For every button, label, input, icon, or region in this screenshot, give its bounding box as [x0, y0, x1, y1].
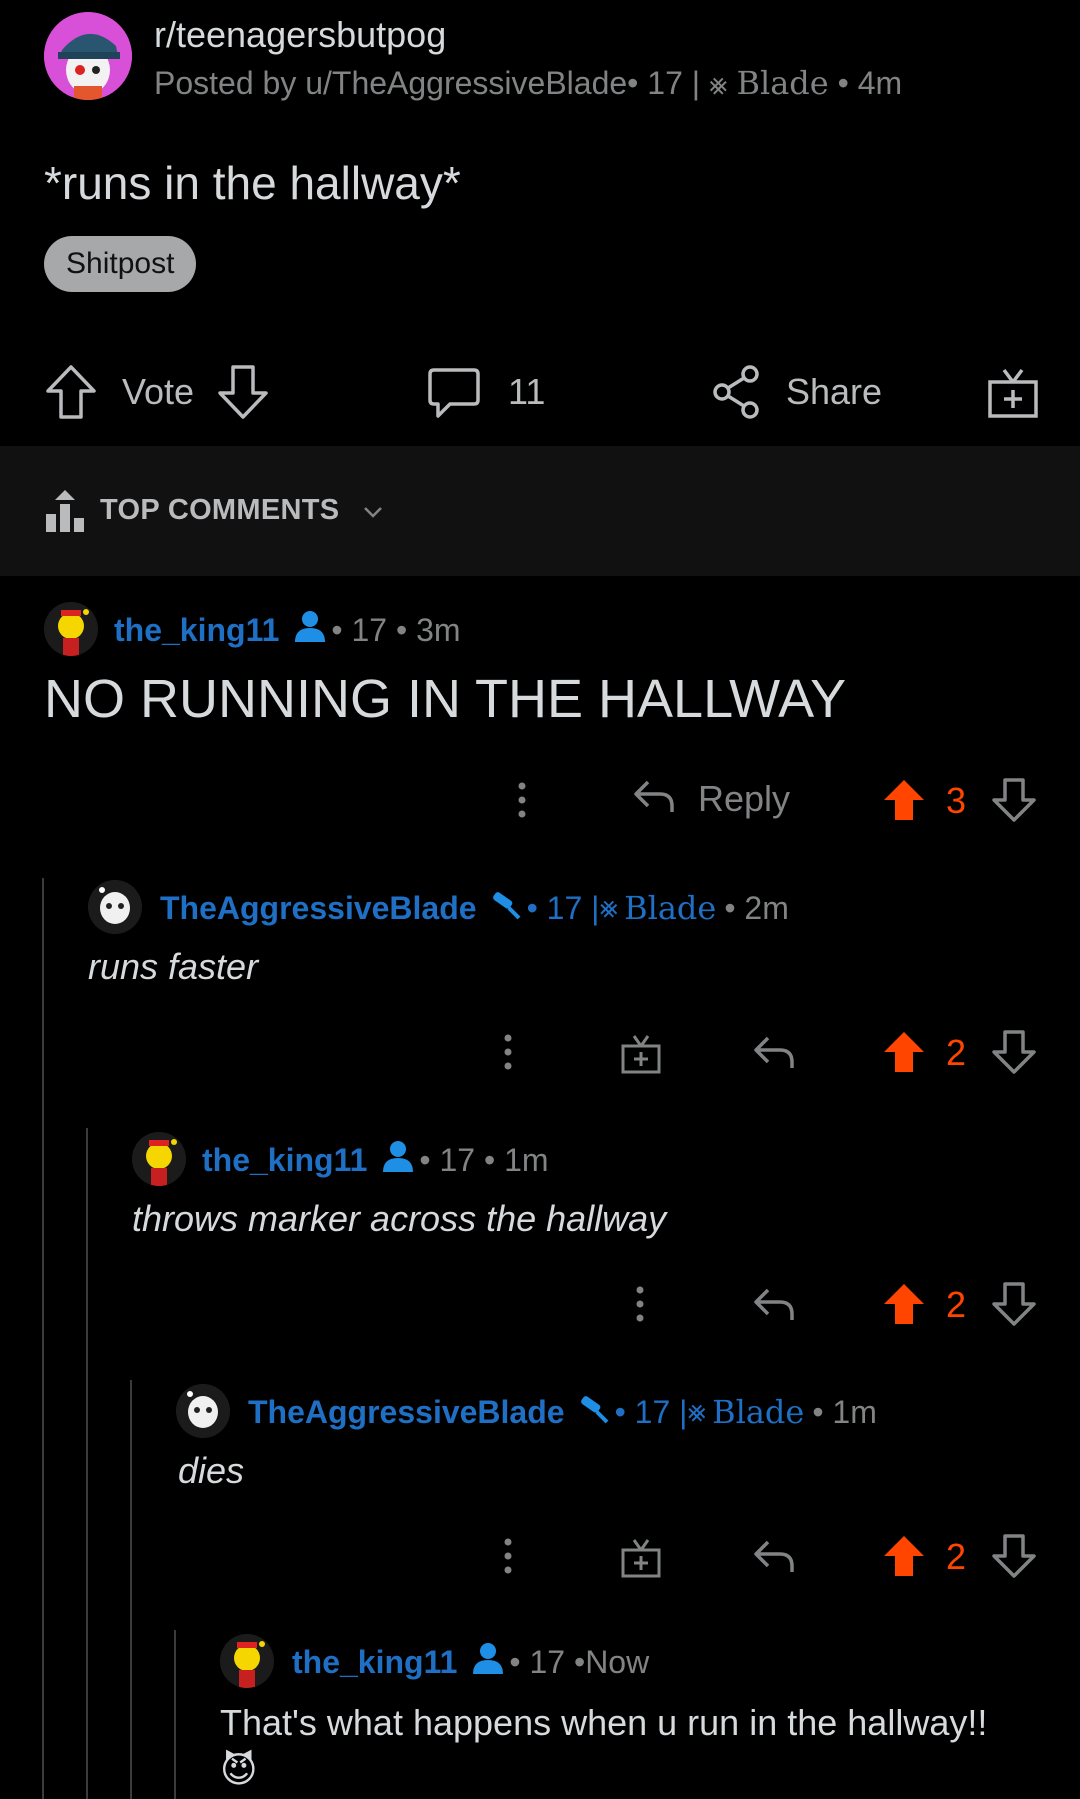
comment-icon — [426, 364, 482, 420]
author-flair-name: Blade — [736, 64, 829, 102]
reply-icon[interactable] — [752, 1032, 796, 1077]
vote-count: 2 — [946, 1284, 967, 1325]
share-button[interactable]: Share — [710, 360, 882, 424]
more-icon[interactable] — [626, 1284, 654, 1329]
downvote-icon[interactable] — [216, 363, 270, 421]
chevron-down-icon — [362, 494, 384, 527]
comment-body: dies — [178, 1450, 245, 1491]
comment-username[interactable]: the_king11 — [292, 1644, 457, 1681]
comment-meta: the_king11 • 17 • 1m — [202, 1140, 549, 1180]
comment-body: NO RUNNING IN THE HALLWAY — [44, 669, 847, 729]
downvote-icon[interactable] — [992, 1534, 1036, 1583]
downvote-icon[interactable] — [992, 778, 1036, 827]
post-age: • 4m — [837, 65, 903, 101]
share-icon — [710, 364, 762, 420]
sort-label: TOP COMMENTS — [100, 494, 340, 526]
comment-count: 11 — [508, 371, 546, 412]
sort-top-icon — [44, 490, 86, 539]
comment-username[interactable]: the_king11 — [114, 612, 279, 649]
devil-emoji: 😈 — [220, 1749, 258, 1790]
share-label: Share — [786, 371, 883, 412]
subreddit-avatar[interactable] — [44, 12, 132, 100]
post-title[interactable]: *runs in the hallway* — [44, 156, 461, 210]
reply-icon — [632, 776, 676, 821]
comment-username[interactable]: TheAggressiveBlade — [160, 890, 477, 927]
gift-icon[interactable] — [620, 1536, 662, 1583]
award-button[interactable] — [986, 360, 1040, 424]
flair-name: Blade — [712, 1393, 805, 1431]
mod-sword-icon — [575, 1392, 611, 1432]
comment-username[interactable]: TheAggressiveBlade — [248, 1394, 565, 1431]
more-icon[interactable] — [494, 1032, 522, 1077]
user-icon — [293, 610, 327, 650]
comment-time: • 2m — [724, 889, 789, 926]
comment-info: • 17 • — [509, 1643, 586, 1680]
blade-flair-icon: ⨳ — [708, 68, 728, 101]
upvote-icon[interactable] — [44, 363, 98, 421]
comment-time: Now — [585, 1643, 650, 1680]
thread-line[interactable] — [86, 1128, 88, 1799]
comment-body: throws marker across the hallway — [132, 1198, 667, 1239]
thread-line[interactable] — [42, 878, 44, 1799]
reply-label: Reply — [698, 777, 791, 819]
vote-count: 2 — [946, 1536, 967, 1577]
comment-meta: the_king11 • 17 • Now — [292, 1642, 649, 1682]
reply-icon[interactable] — [752, 1284, 796, 1329]
user-icon — [471, 1642, 505, 1682]
post-flair[interactable]: Shitpost — [44, 236, 197, 292]
vote-label: Vote — [122, 371, 195, 412]
blade-flair-icon: ⨳ — [687, 1395, 707, 1428]
flair-age: • 17 | — [614, 1393, 688, 1430]
flair-age: • 17 | — [526, 889, 600, 926]
posted-by: Posted by u/TheAggressiveBlade• 17 | ⨳ B… — [154, 64, 902, 102]
thread-line[interactable] — [130, 1380, 132, 1799]
upvote-active-icon[interactable] — [882, 778, 926, 827]
more-icon[interactable] — [494, 1536, 522, 1581]
downvote-icon[interactable] — [992, 1030, 1036, 1079]
author-flair-age: • 17 | — [627, 65, 709, 101]
thread-line[interactable] — [174, 1630, 176, 1799]
vote-count: 2 — [946, 1032, 967, 1073]
comment-body: That's what happens when u run in the ha… — [220, 1702, 988, 1743]
sort-dropdown[interactable]: TOP COMMENTS — [100, 494, 384, 527]
flair-name: Blade — [624, 889, 717, 927]
comment-username[interactable]: the_king11 — [202, 1142, 367, 1179]
vote-count: 3 — [946, 780, 967, 821]
comment-time: • 1m — [812, 1393, 877, 1430]
avatar[interactable] — [44, 602, 98, 656]
mod-sword-icon — [487, 888, 523, 928]
comment-info: • 17 • 1m — [419, 1141, 549, 1178]
downvote-icon[interactable] — [992, 1282, 1036, 1331]
comments-button[interactable]: 11 — [426, 360, 545, 424]
upvote-active-icon[interactable] — [882, 1534, 926, 1583]
user-icon — [381, 1140, 415, 1180]
blade-flair-icon: ⨳ — [599, 891, 619, 924]
avatar[interactable] — [176, 1384, 230, 1438]
comment-meta: TheAggressiveBlade • 17 | ⨳ Blade • 1m — [248, 1392, 877, 1432]
gift-icon[interactable] — [620, 1032, 662, 1079]
upvote-active-icon[interactable] — [882, 1030, 926, 1079]
vote-group: Vote — [44, 360, 270, 424]
reply-button[interactable]: Reply — [632, 776, 790, 821]
avatar[interactable] — [220, 1634, 274, 1688]
avatar[interactable] — [132, 1132, 186, 1186]
subreddit-name[interactable]: r/teenagersbutpog — [154, 14, 446, 56]
reply-icon[interactable] — [752, 1536, 796, 1581]
gift-icon — [986, 364, 1040, 420]
avatar[interactable] — [88, 880, 142, 934]
posted-by-user[interactable]: Posted by u/TheAggressiveBlade — [154, 65, 627, 101]
upvote-active-icon[interactable] — [882, 1282, 926, 1331]
comment-meta: TheAggressiveBlade • 17 | ⨳ Blade • 2m — [160, 888, 789, 928]
comment-info: • 17 • 3m — [331, 611, 461, 648]
comment-meta: the_king11 • 17 • 3m — [114, 610, 461, 650]
comment-body: runs faster — [88, 946, 259, 987]
more-icon[interactable] — [508, 780, 536, 825]
